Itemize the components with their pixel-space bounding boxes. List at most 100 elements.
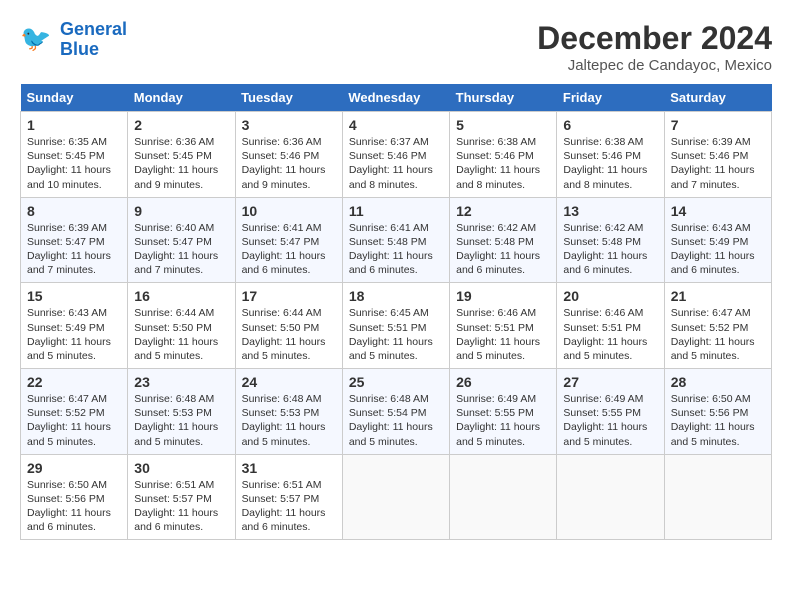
logo-text: GeneralBlue xyxy=(60,20,127,60)
day-cell-9: 9 Sunrise: 6:40 AMSunset: 5:47 PMDaylight… xyxy=(128,197,235,283)
day-number: 30 xyxy=(134,460,228,476)
day-number: 23 xyxy=(134,374,228,390)
day-info: Sunrise: 6:45 AMSunset: 5:51 PMDaylight:… xyxy=(349,306,443,363)
day-cell-30: 30 Sunrise: 6:51 AMSunset: 5:57 PMDayligh… xyxy=(128,454,235,540)
day-cell-14: 14 Sunrise: 6:43 AMSunset: 5:49 PMDayligh… xyxy=(664,197,771,283)
day-number: 16 xyxy=(134,288,228,304)
day-cell-13: 13Sunrise: 6:42 AMSunset: 5:48 PMDayligh… xyxy=(557,197,664,283)
day-cell-2: 2 Sunrise: 6:36 AMSunset: 5:45 PMDaylight… xyxy=(128,112,235,198)
calendar-week-5: 29Sunrise: 6:50 AMSunset: 5:56 PMDayligh… xyxy=(21,454,772,540)
day-cell-10: 10 Sunrise: 6:41 AMSunset: 5:47 PMDayligh… xyxy=(235,197,342,283)
col-tuesday: Tuesday xyxy=(235,84,342,112)
day-info: Sunrise: 6:49 AMSunset: 5:55 PMDaylight:… xyxy=(456,392,550,449)
day-info: Sunrise: 6:38 AMSunset: 5:46 PMDaylight:… xyxy=(456,135,550,192)
day-number: 4 xyxy=(349,117,443,133)
day-info: Sunrise: 6:42 AMSunset: 5:48 PMDaylight:… xyxy=(563,221,657,278)
location: Jaltepec de Candayoc, Mexico xyxy=(537,57,772,74)
day-cell-8: 8 Sunrise: 6:39 AMSunset: 5:47 PMDaylight… xyxy=(21,197,128,283)
day-cell-4: 4 Sunrise: 6:37 AMSunset: 5:46 PMDaylight… xyxy=(342,112,449,198)
empty-cell xyxy=(450,454,557,540)
day-info: Sunrise: 6:39 AMSunset: 5:47 PMDaylight:… xyxy=(27,221,121,278)
day-number: 12 xyxy=(456,203,550,219)
day-cell-25: 25 Sunrise: 6:48 AMSunset: 5:54 PMDayligh… xyxy=(342,369,449,455)
day-number: 9 xyxy=(134,203,228,219)
empty-cell xyxy=(664,454,771,540)
day-number: 14 xyxy=(671,203,765,219)
day-cell-24: 24Sunrise: 6:48 AMSunset: 5:53 PMDayligh… xyxy=(235,369,342,455)
day-info: Sunrise: 6:46 AMSunset: 5:51 PMDaylight:… xyxy=(456,306,550,363)
day-cell-18: 18 Sunrise: 6:45 AMSunset: 5:51 PMDayligh… xyxy=(342,283,449,369)
header-row: Sunday Monday Tuesday Wednesday Thursday… xyxy=(21,84,772,112)
day-cell-27: 27 Sunrise: 6:49 AMSunset: 5:55 PMDayligh… xyxy=(557,369,664,455)
day-number: 26 xyxy=(456,374,550,390)
day-cell-7: 7 Sunrise: 6:39 AMSunset: 5:46 PMDaylight… xyxy=(664,112,771,198)
day-number: 25 xyxy=(349,374,443,390)
day-info: Sunrise: 6:43 AMSunset: 5:49 PMDaylight:… xyxy=(27,306,121,363)
day-number: 11 xyxy=(349,203,443,219)
day-info: Sunrise: 6:49 AMSunset: 5:55 PMDaylight:… xyxy=(563,392,657,449)
day-number: 27 xyxy=(563,374,657,390)
col-friday: Friday xyxy=(557,84,664,112)
day-info: Sunrise: 6:46 AMSunset: 5:51 PMDaylight:… xyxy=(563,306,657,363)
day-info: Sunrise: 6:47 AMSunset: 5:52 PMDaylight:… xyxy=(671,306,765,363)
day-cell-29: 29Sunrise: 6:50 AMSunset: 5:56 PMDayligh… xyxy=(21,454,128,540)
day-cell-6: 6Sunrise: 6:38 AMSunset: 5:46 PMDaylight… xyxy=(557,112,664,198)
logo-icon: 🐦 xyxy=(20,22,56,58)
day-info: Sunrise: 6:39 AMSunset: 5:46 PMDaylight:… xyxy=(671,135,765,192)
day-cell-5: 5 Sunrise: 6:38 AMSunset: 5:46 PMDaylight… xyxy=(450,112,557,198)
day-info: Sunrise: 6:40 AMSunset: 5:47 PMDaylight:… xyxy=(134,221,228,278)
day-number: 20 xyxy=(563,288,657,304)
day-cell-11: 11 Sunrise: 6:41 AMSunset: 5:48 PMDayligh… xyxy=(342,197,449,283)
day-number: 7 xyxy=(671,117,765,133)
day-number: 22 xyxy=(27,374,121,390)
title-block: December 2024 Jaltepec de Candayoc, Mexi… xyxy=(537,20,772,74)
svg-text:🐦: 🐦 xyxy=(20,25,51,53)
day-number: 19 xyxy=(456,288,550,304)
day-info: Sunrise: 6:43 AMSunset: 5:49 PMDaylight:… xyxy=(671,221,765,278)
day-cell-15: 15 Sunrise: 6:43 AMSunset: 5:49 PMDayligh… xyxy=(21,283,128,369)
day-info: Sunrise: 6:41 AMSunset: 5:48 PMDaylight:… xyxy=(349,221,443,278)
day-cell-21: 21 Sunrise: 6:47 AMSunset: 5:52 PMDayligh… xyxy=(664,283,771,369)
day-number: 10 xyxy=(242,203,336,219)
day-info: Sunrise: 6:48 AMSunset: 5:54 PMDaylight:… xyxy=(349,392,443,449)
day-number: 18 xyxy=(349,288,443,304)
day-info: Sunrise: 6:35 AMSunset: 5:45 PMDaylight:… xyxy=(27,135,121,192)
day-info: Sunrise: 6:48 AMSunset: 5:53 PMDaylight:… xyxy=(134,392,228,449)
day-cell-22: 22 Sunrise: 6:47 AMSunset: 5:52 PMDayligh… xyxy=(21,369,128,455)
calendar-week-1: 1Sunrise: 6:35 AMSunset: 5:45 PMDaylight… xyxy=(21,112,772,198)
day-info: Sunrise: 6:36 AMSunset: 5:46 PMDaylight:… xyxy=(242,135,336,192)
day-number: 6 xyxy=(563,117,657,133)
day-cell-26: 26 Sunrise: 6:49 AMSunset: 5:55 PMDayligh… xyxy=(450,369,557,455)
day-number: 21 xyxy=(671,288,765,304)
day-number: 3 xyxy=(242,117,336,133)
day-cell-12: 12Sunrise: 6:42 AMSunset: 5:48 PMDayligh… xyxy=(450,197,557,283)
day-info: Sunrise: 6:48 AMSunset: 5:53 PMDaylight:… xyxy=(242,392,336,449)
col-saturday: Saturday xyxy=(664,84,771,112)
day-number: 31 xyxy=(242,460,336,476)
day-info: Sunrise: 6:50 AMSunset: 5:56 PMDaylight:… xyxy=(27,478,121,535)
day-number: 5 xyxy=(456,117,550,133)
day-info: Sunrise: 6:36 AMSunset: 5:45 PMDaylight:… xyxy=(134,135,228,192)
day-number: 8 xyxy=(27,203,121,219)
day-info: Sunrise: 6:37 AMSunset: 5:46 PMDaylight:… xyxy=(349,135,443,192)
day-cell-31: 31Sunrise: 6:51 AMSunset: 5:57 PMDayligh… xyxy=(235,454,342,540)
col-sunday: Sunday xyxy=(21,84,128,112)
day-info: Sunrise: 6:44 AMSunset: 5:50 PMDaylight:… xyxy=(242,306,336,363)
calendar-week-3: 15 Sunrise: 6:43 AMSunset: 5:49 PMDayligh… xyxy=(21,283,772,369)
day-cell-19: 19 Sunrise: 6:46 AMSunset: 5:51 PMDayligh… xyxy=(450,283,557,369)
empty-cell xyxy=(557,454,664,540)
day-number: 15 xyxy=(27,288,121,304)
day-cell-16: 16Sunrise: 6:44 AMSunset: 5:50 PMDayligh… xyxy=(128,283,235,369)
day-info: Sunrise: 6:51 AMSunset: 5:57 PMDaylight:… xyxy=(134,478,228,535)
calendar-table: Sunday Monday Tuesday Wednesday Thursday… xyxy=(20,84,772,540)
day-info: Sunrise: 6:47 AMSunset: 5:52 PMDaylight:… xyxy=(27,392,121,449)
day-cell-17: 17Sunrise: 6:44 AMSunset: 5:50 PMDayligh… xyxy=(235,283,342,369)
day-info: Sunrise: 6:41 AMSunset: 5:47 PMDaylight:… xyxy=(242,221,336,278)
logo: 🐦 GeneralBlue xyxy=(20,20,127,60)
day-info: Sunrise: 6:50 AMSunset: 5:56 PMDaylight:… xyxy=(671,392,765,449)
page-header: 🐦 GeneralBlue December 2024 Jaltepec de … xyxy=(20,20,772,74)
calendar-week-4: 22 Sunrise: 6:47 AMSunset: 5:52 PMDayligh… xyxy=(21,369,772,455)
calendar-week-2: 8 Sunrise: 6:39 AMSunset: 5:47 PMDaylight… xyxy=(21,197,772,283)
day-number: 28 xyxy=(671,374,765,390)
day-number: 2 xyxy=(134,117,228,133)
